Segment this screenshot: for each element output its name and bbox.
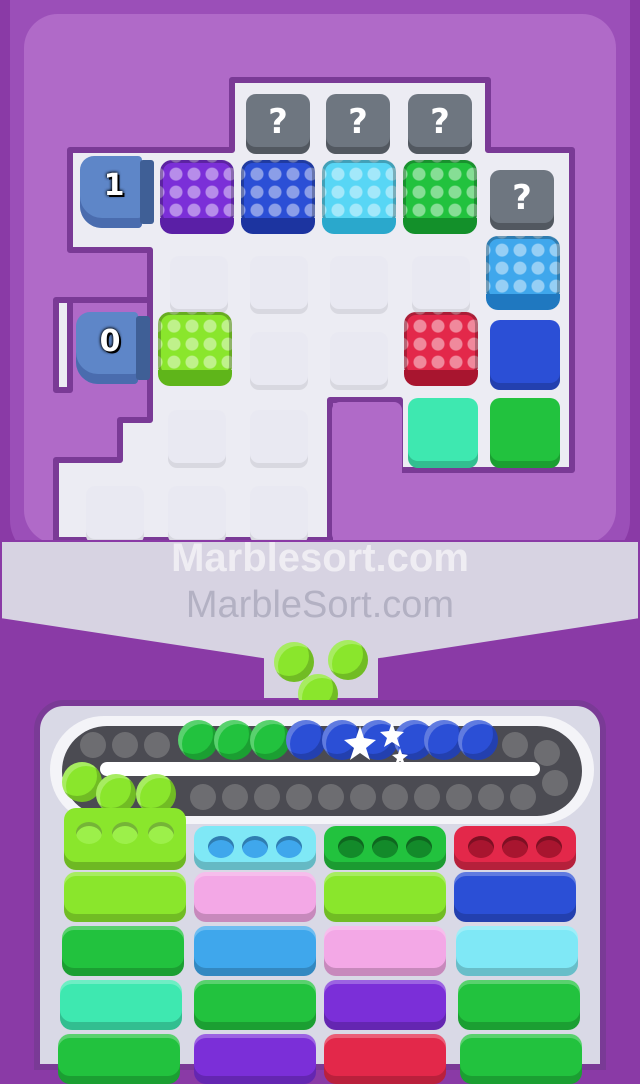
mystery-box[interactable]: ? (490, 170, 554, 230)
tube-2-segment (194, 980, 316, 1030)
mystery-box[interactable]: ? (408, 94, 472, 154)
tube-1-cap[interactable] (64, 808, 186, 870)
grid-cell[interactable] (412, 256, 470, 314)
sparkle-effect (344, 722, 408, 765)
mystery-box[interactable]: ? (246, 94, 310, 154)
tube-4-cap[interactable] (454, 826, 576, 870)
cyan-marble-block[interactable] (322, 160, 396, 234)
skyblue-marble-block[interactable] (486, 236, 560, 310)
tube-4-segment (456, 926, 578, 976)
watermark-primary: Marblesort.com (171, 536, 469, 580)
track-marble (458, 720, 498, 760)
grid-cell[interactable] (250, 410, 308, 468)
grid-cell[interactable] (330, 332, 388, 390)
tube-1-segment (62, 926, 184, 976)
green-marble-block[interactable] (403, 160, 477, 234)
tube-1-segment (60, 980, 182, 1030)
track-marble (286, 720, 326, 760)
track-slot (502, 732, 528, 758)
blue-tile[interactable] (490, 320, 560, 390)
grid-cell[interactable] (168, 410, 226, 468)
purple-marble-block[interactable] (160, 160, 234, 234)
track-slot (478, 784, 504, 810)
tube-2-segment (194, 872, 316, 922)
track-slot (382, 784, 408, 810)
tube-1-segment (64, 872, 186, 922)
track-slot (542, 770, 568, 796)
mint-tile[interactable] (408, 398, 478, 468)
tray-notch (332, 402, 402, 542)
grid-cell[interactable] (250, 256, 308, 314)
track-slot (534, 740, 560, 766)
tube-2-segment (194, 1034, 316, 1084)
tube-3-cap[interactable] (324, 826, 446, 870)
grid-cell[interactable] (170, 256, 228, 314)
grid-cell[interactable] (250, 332, 308, 390)
track-slot (144, 732, 170, 758)
tube-4-segment (454, 872, 576, 922)
tube-4-segment (460, 1034, 582, 1084)
dispenser-count: 0 (99, 324, 121, 359)
green-tile[interactable] (490, 398, 560, 468)
mystery-box[interactable]: ? (326, 94, 390, 154)
red-marble-block[interactable] (404, 312, 478, 386)
lime-marble-block[interactable] (158, 312, 232, 386)
grid-cell[interactable] (330, 256, 388, 314)
track-slot (80, 732, 106, 758)
track-marble (250, 720, 290, 760)
track-slot (254, 784, 280, 810)
track-slot (222, 784, 248, 810)
track-slot (414, 784, 440, 810)
tube-1-segment (58, 1034, 180, 1084)
tube-4-segment (458, 980, 580, 1030)
track-slot (446, 784, 472, 810)
tube-3-segment (324, 1034, 446, 1084)
watermark-secondary: MarbleSort.com (185, 584, 455, 626)
dispenser-bottom[interactable]: 0 (76, 312, 152, 384)
track-slot (510, 784, 536, 810)
tube-3-segment (324, 872, 446, 922)
dispenser-count: 1 (103, 168, 125, 203)
track-slot (286, 784, 312, 810)
dispenser-top[interactable]: 1 (80, 156, 156, 228)
track-marble (178, 720, 218, 760)
track-slot (350, 784, 376, 810)
track-slot (112, 732, 138, 758)
falling-marble (328, 640, 368, 680)
conveyor-divider (100, 762, 540, 776)
track-slot (318, 784, 344, 810)
blue-marble-block[interactable] (241, 160, 315, 234)
tube-2-segment (194, 926, 316, 976)
tube-3-segment (324, 926, 446, 976)
track-marble (214, 720, 254, 760)
track-slot (190, 784, 216, 810)
tube-2-cap[interactable] (194, 826, 316, 870)
tube-3-segment (324, 980, 446, 1030)
